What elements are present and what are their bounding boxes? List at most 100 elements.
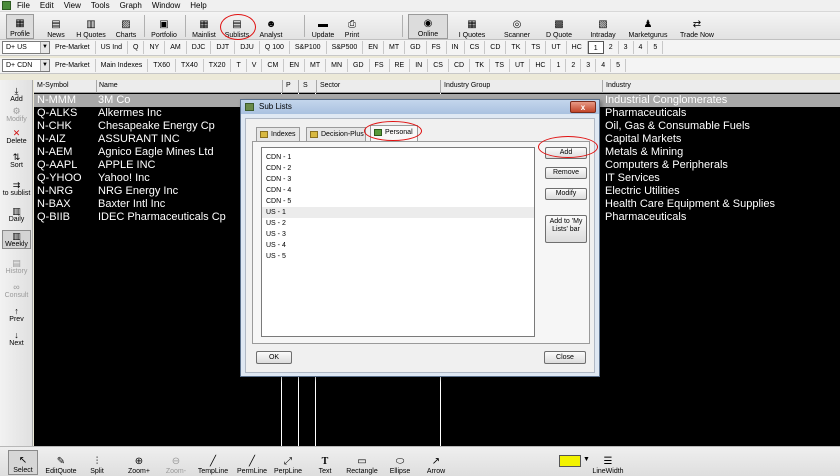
market-combo-us[interactable]: D+ US ▼ <box>2 41 50 54</box>
list-item[interactable]: US - 3 <box>266 229 528 240</box>
intraday-button[interactable]: ▧ Intraday <box>587 14 619 40</box>
add-button[interactable]: ⤓ Add <box>2 86 31 103</box>
dialog-close-button[interactable]: x <box>570 101 596 113</box>
tab-indexes[interactable]: Indexes <box>256 127 300 141</box>
index-item[interactable]: TS <box>490 59 510 72</box>
chevron-down-icon[interactable]: ▼ <box>583 456 590 463</box>
index-item[interactable]: RE <box>390 59 411 72</box>
index-item[interactable]: AM <box>165 41 187 54</box>
index-item[interactable]: FS <box>370 59 390 72</box>
consult-button[interactable]: ∞ Consult <box>2 282 31 299</box>
index-page-4[interactable]: 4 <box>634 41 649 54</box>
index-item[interactable]: HC <box>567 41 588 54</box>
trade-now-button[interactable]: ⇄ Trade Now <box>677 14 717 40</box>
list-item[interactable]: US - 5 <box>266 251 528 262</box>
index-page-2[interactable]: 2 <box>604 41 619 54</box>
index-item[interactable]: EN <box>363 41 384 54</box>
linewidth-button[interactable]: ☰ LineWidth <box>590 450 626 475</box>
permline-button[interactable]: ╱ PermLine <box>235 450 269 475</box>
index-page-1[interactable]: 1 <box>587 41 604 54</box>
rectangle-tool-button[interactable]: ▭ Rectangle <box>344 450 380 475</box>
index-page-2[interactable]: 2 <box>566 59 582 72</box>
zoom-in-button[interactable]: ⊕ Zoom+ <box>124 450 154 475</box>
index-page-1[interactable]: 1 <box>551 59 567 72</box>
index-page-4[interactable]: 4 <box>596 59 612 72</box>
news-button[interactable]: ▤ News <box>44 14 68 40</box>
index-item[interactable]: CS <box>465 41 486 54</box>
charts-button[interactable]: ▨ Charts <box>113 14 139 40</box>
tab-personal[interactable]: Personal <box>370 125 418 141</box>
list-item[interactable]: US - 4 <box>266 240 528 251</box>
index-item[interactable]: Pre-Market <box>50 59 96 72</box>
column-industry-group[interactable]: Industry Group <box>444 82 490 89</box>
daily-button[interactable]: ▥ Daily <box>2 206 31 223</box>
index-item[interactable]: NY <box>144 41 166 54</box>
column-name[interactable]: Name <box>99 82 118 89</box>
ellipse-tool-button[interactable]: ⬭ Ellipse <box>387 450 413 475</box>
iquotes-button[interactable]: ▦ I Quotes <box>455 14 489 40</box>
index-item[interactable]: Q 100 <box>260 41 290 54</box>
color-swatch[interactable] <box>559 455 581 467</box>
weekly-button[interactable]: ▥ Weekly <box>2 230 31 249</box>
delete-button[interactable]: ✕ Delete <box>2 128 31 145</box>
index-item[interactable]: UT <box>546 41 567 54</box>
marketgurus-button[interactable]: ♟ Marketgurus <box>627 14 669 40</box>
ok-button[interactable]: OK <box>256 351 292 364</box>
to-sublist-button[interactable]: ⇉ to sublist <box>2 180 31 197</box>
menu-graph[interactable]: Graph <box>120 1 142 10</box>
next-button[interactable]: ↓ Next <box>2 330 31 347</box>
menu-window[interactable]: Window <box>152 1 180 10</box>
index-item[interactable]: GD <box>405 41 427 54</box>
column-symbol[interactable]: M-Symbol <box>37 82 69 89</box>
history-button[interactable]: ▤ History <box>2 258 31 275</box>
index-item[interactable]: TK <box>506 41 527 54</box>
analyst-button[interactable]: ☻ Analyst <box>257 14 285 40</box>
index-item[interactable]: S&P100 <box>290 41 327 54</box>
index-item[interactable]: DJC <box>187 41 212 54</box>
index-page-3[interactable]: 3 <box>581 59 597 72</box>
print-button[interactable]: ⎙ Print <box>341 14 363 40</box>
select-tool-button[interactable]: ↖ Select <box>8 450 38 475</box>
index-page-5[interactable]: 5 <box>648 41 664 54</box>
index-item[interactable]: Q <box>128 41 145 54</box>
perpline-button[interactable]: ⤢ PerpLine <box>272 450 304 475</box>
index-item[interactable]: IN <box>410 59 429 72</box>
column-s[interactable]: S <box>303 82 308 89</box>
scanner-button[interactable]: ◎ Scanner <box>500 14 534 40</box>
column-industry[interactable]: Industry <box>606 82 631 89</box>
index-item[interactable]: V <box>247 59 263 72</box>
market-combo-cdn[interactable]: D+ CDN ▼ <box>2 59 50 72</box>
index-item[interactable]: T <box>231 59 247 72</box>
add-sublist-button[interactable]: Add <box>545 147 587 159</box>
index-item[interactable]: US Ind <box>96 41 129 54</box>
sort-button[interactable]: ⇅ Sort <box>2 152 31 169</box>
sublist-listbox[interactable]: CDN - 1 CDN - 2 CDN - 3 CDN - 4 CDN - 5 … <box>261 147 535 337</box>
remove-sublist-button[interactable]: Remove <box>545 167 587 179</box>
index-item[interactable]: HC <box>530 59 552 72</box>
modify-button[interactable]: ⚙ Modify <box>2 106 31 123</box>
index-item[interactable]: MN <box>326 59 349 72</box>
list-item[interactable]: US - 2 <box>266 218 528 229</box>
menu-edit[interactable]: Edit <box>40 1 54 10</box>
index-item[interactable]: EN <box>284 59 306 72</box>
index-item[interactable]: TX60 <box>148 59 176 72</box>
hquotes-button[interactable]: ▥ H Quotes <box>74 14 108 40</box>
column-sector[interactable]: Sector <box>320 82 340 89</box>
tab-decision-plus[interactable]: Decision-Plus <box>306 127 366 141</box>
index-item[interactable]: GD <box>348 59 370 72</box>
index-item[interactable]: TS <box>526 41 547 54</box>
menu-tools[interactable]: Tools <box>91 1 110 10</box>
list-item[interactable]: CDN - 1 <box>266 152 528 163</box>
index-item[interactable]: TK <box>470 59 491 72</box>
index-item[interactable]: IN <box>447 41 465 54</box>
add-to-my-lists-bar-button[interactable]: Add to 'My Lists' bar <box>545 215 587 243</box>
editquote-button[interactable]: ✎ EditQuote <box>44 450 78 475</box>
split-button[interactable]: ⫶ Split <box>86 450 108 475</box>
prev-button[interactable]: ↑ Prev <box>2 306 31 323</box>
index-item[interactable]: Main Indexes <box>96 59 149 72</box>
index-item[interactable]: Pre-Market <box>50 41 96 54</box>
index-item[interactable]: MT <box>384 41 406 54</box>
index-item[interactable]: CD <box>485 41 507 54</box>
online-button[interactable]: ◉ Online <box>408 14 448 39</box>
menu-view[interactable]: View <box>64 1 81 10</box>
